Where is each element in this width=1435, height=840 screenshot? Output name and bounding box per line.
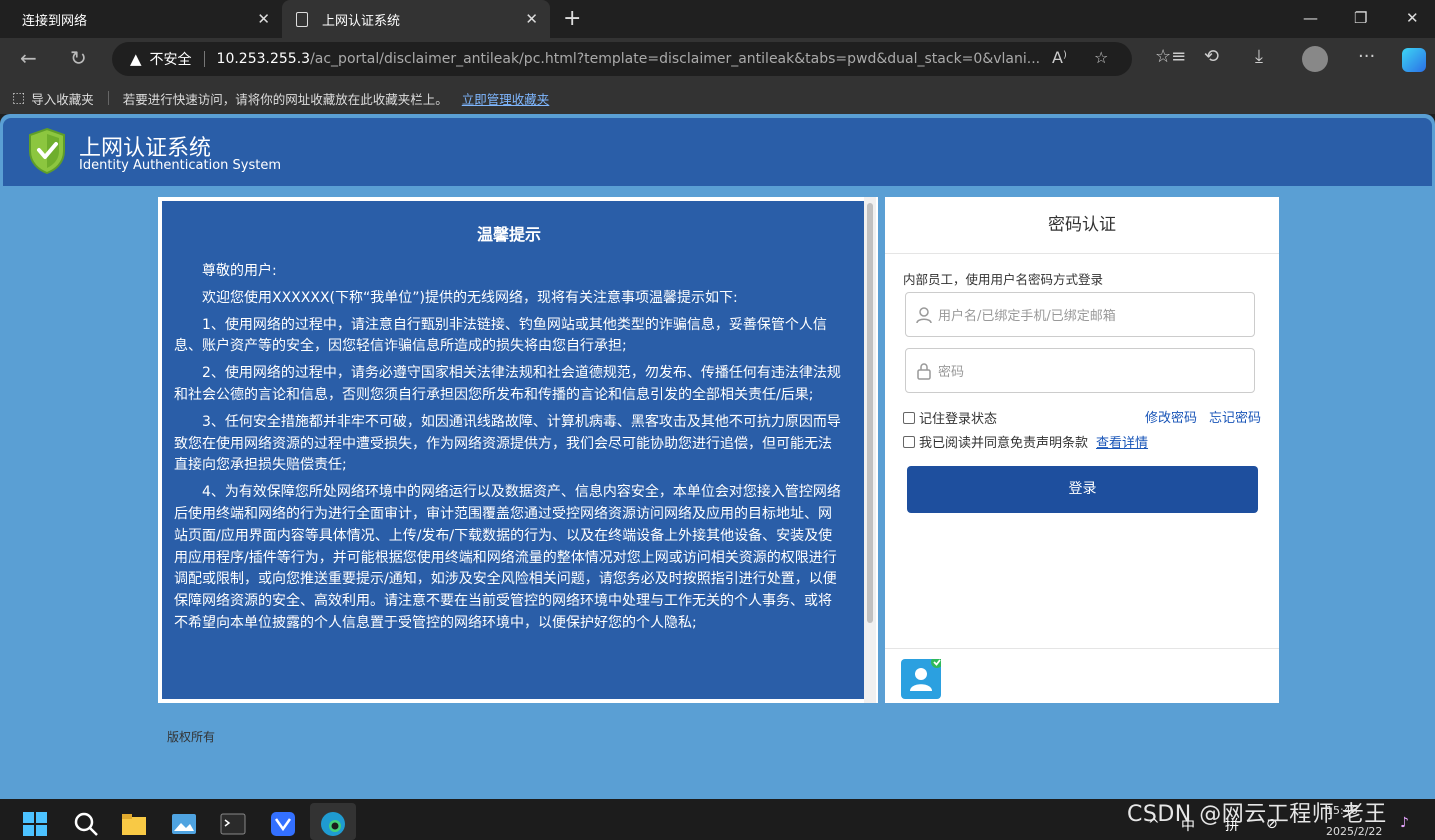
agree-terms-checkbox[interactable]: 我已阅读并同意免责声明条款 查看详情 <box>903 432 1148 451</box>
terminal-icon[interactable] <box>220 811 246 837</box>
new-tab-icon[interactable]: + <box>563 6 581 31</box>
view-details-link[interactable]: 查看详情 <box>1096 432 1148 451</box>
lock-icon <box>917 362 931 380</box>
read-aloud-icon[interactable]: A⁾ <box>1052 48 1067 67</box>
tab-connect-network[interactable]: 连接到网络 ✕ <box>0 0 282 38</box>
favorites-icon[interactable]: ☆≡ <box>1155 46 1186 67</box>
username-field[interactable]: 用户名/已绑定手机/已绑定邮箱 <box>905 292 1255 337</box>
username-placeholder: 用户名/已绑定手机/已绑定邮箱 <box>938 309 1116 324</box>
favorites-hint: 若要进行快速访问，请将你的网址收藏放在此收藏夹栏上。 <box>122 91 448 107</box>
notice-scrollbar[interactable] <box>864 197 876 703</box>
import-icon: ⬚ <box>12 90 26 106</box>
notification-bell-icon[interactable]: ♪ <box>1400 815 1409 831</box>
notice-paragraph: 1、使用网络的过程中，请注意自行甄别非法链接、钓鱼网站或其他类型的诈骗信息，妥善… <box>174 316 827 355</box>
login-panel: 密码认证 内部员工，使用用户名密码方式登录 用户名/已绑定手机/已绑定邮箱 密码… <box>885 197 1279 703</box>
url-path: /ac_portal/disclaimer_antileak/pc.html?t… <box>310 51 1041 67</box>
close-icon[interactable]: ✕ <box>257 10 270 28</box>
warning-icon: ▲ <box>130 50 142 68</box>
address-bar-row: ← ↻ ▲ 不安全 10.253.255.3/ac_portal/disclai… <box>0 38 1435 82</box>
forgot-password-link[interactable]: 忘记密码 <box>1209 407 1261 426</box>
url-host: 10.253.255.3 <box>216 51 311 67</box>
notice-content[interactable]: 温馨提示 尊敬的用户: 欢迎您使用XXXXXX(下称“我单位”)提供的无线网络，… <box>162 201 868 699</box>
profile-avatar[interactable] <box>1302 46 1328 72</box>
favorite-star-icon[interactable]: ☆ <box>1094 48 1108 67</box>
history-icon[interactable]: ⟲ <box>1204 46 1219 67</box>
edge-taskbar-button[interactable] <box>310 803 356 840</box>
edge-icon <box>321 812 345 836</box>
agree-label: 我已阅读并同意免责声明条款 <box>919 436 1089 451</box>
remember-login-checkbox[interactable]: 记住登录状态 <box>903 408 997 427</box>
checkbox-box[interactable] <box>903 411 915 424</box>
remember-label: 记住登录状态 <box>919 412 998 427</box>
login-hint: 内部员工，使用用户名密码方式登录 <box>903 272 1104 287</box>
security-label[interactable]: 不安全 <box>150 49 192 69</box>
notice-paragraph: 尊敬的用户: <box>202 263 277 279</box>
page-icon <box>296 11 308 27</box>
password-field[interactable]: 密码 <box>905 348 1255 393</box>
divider <box>203 51 205 67</box>
tab-title: 上网认证系统 <box>322 13 401 29</box>
window-close-icon[interactable]: ✕ <box>1406 9 1419 27</box>
scrollbar-thumb[interactable] <box>867 203 873 623</box>
checkbox-box[interactable] <box>903 435 915 448</box>
manage-favorites-link[interactable]: 立即管理收藏夹 <box>462 89 550 108</box>
page-viewport: 上网认证系统 Identity Authentication System 温馨… <box>0 114 1435 799</box>
login-button[interactable]: 登录 <box>907 466 1258 513</box>
change-password-link[interactable]: 修改密码 <box>1145 407 1197 426</box>
tab-auth-system[interactable]: 上网认证系统 ✕ <box>282 0 550 38</box>
notice-paragraph: 4、为有效保障您所处网络环境中的网络运行以及数据资产、信息内容安全，本单位会对您… <box>174 484 841 631</box>
close-icon[interactable]: ✕ <box>525 10 538 28</box>
login-footer <box>885 648 1279 703</box>
copyright: 版权所有 <box>167 730 216 744</box>
tab-title: 连接到网络 <box>22 13 88 29</box>
password-placeholder: 密码 <box>938 365 965 380</box>
notice-title: 温馨提示 <box>476 225 541 244</box>
feishu-icon[interactable] <box>270 811 296 837</box>
restore-icon[interactable]: ❐ <box>1354 9 1367 27</box>
watermark: CSDN @网云工程师 老王 <box>1127 802 1387 827</box>
notice-paragraph: 3、任何安全措施都并非牢不可破，如因通讯线路故障、计算机病毒、黑客攻击及其他不可… <box>174 413 841 474</box>
file-explorer-icon[interactable] <box>121 811 147 837</box>
divider <box>107 91 109 105</box>
minimize-icon[interactable]: — <box>1303 9 1318 27</box>
import-favorites[interactable]: 导入收藏夹 <box>31 89 94 108</box>
photos-icon[interactable] <box>171 811 197 837</box>
favorites-bar: ⬚ 导入收藏夹 若要进行快速访问，请将你的网址收藏放在此收藏夹栏上。 立即管理收… <box>0 82 1435 114</box>
more-icon[interactable]: ··· <box>1358 46 1375 67</box>
notice-paragraph: 欢迎您使用XXXXXX(下称“我单位”)提供的无线网络，现将有关注意事项温馨提示… <box>202 289 738 306</box>
search-icon[interactable] <box>73 811 99 837</box>
refresh-icon[interactable]: ↻ <box>70 46 87 70</box>
system-subtitle: Identity Authentication System <box>79 158 281 173</box>
notice-paragraph: 2、使用网络的过程中，请务必遵守国家相关法律法规和社会道德规范，勿发布、传播任何… <box>174 365 841 403</box>
notice-panel: 温馨提示 尊敬的用户: 欢迎您使用XXXXXX(下称“我单位”)提供的无线网络，… <box>158 197 878 703</box>
copilot-icon[interactable] <box>1402 48 1426 72</box>
shield-logo-icon <box>29 127 65 175</box>
account-icon[interactable] <box>901 656 943 699</box>
windows-start-icon[interactable] <box>22 811 48 837</box>
login-title: 密码认证 <box>885 197 1279 254</box>
page-header: 上网认证系统 Identity Authentication System <box>3 118 1432 186</box>
url-bar[interactable]: ▲ 不安全 10.253.255.3/ac_portal/disclaimer_… <box>112 42 1132 76</box>
tab-bar: 连接到网络 ✕ 上网认证系统 ✕ + — ❐ ✕ <box>0 0 1435 38</box>
download-icon[interactable]: ⤓ <box>1255 46 1263 67</box>
user-icon <box>916 306 932 323</box>
back-icon[interactable]: ← <box>20 46 37 70</box>
